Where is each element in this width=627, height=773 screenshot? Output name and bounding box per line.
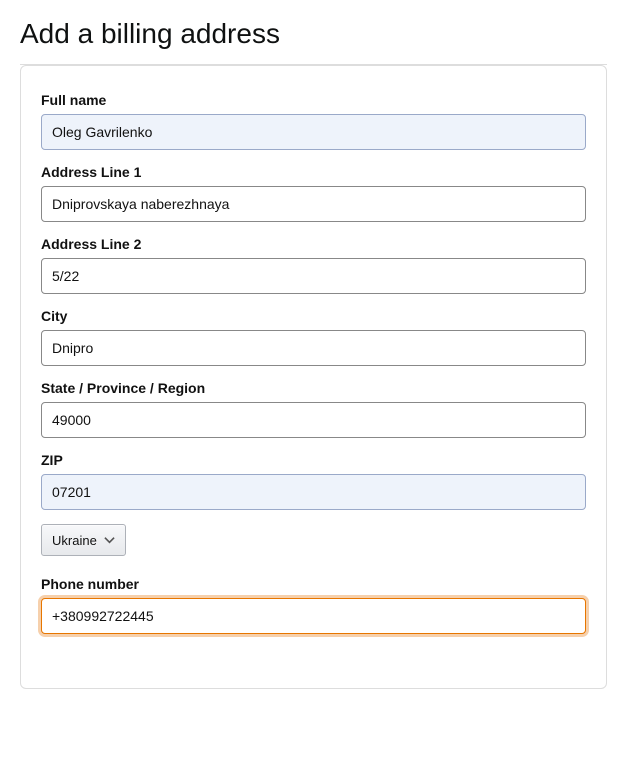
page-title: Add a billing address: [20, 18, 607, 50]
address-line-2-input[interactable]: [41, 258, 586, 294]
state-label: State / Province / Region: [41, 380, 586, 396]
country-selector[interactable]: Ukraine: [41, 524, 126, 556]
phone-input[interactable]: [41, 598, 586, 634]
chevron-down-icon: [104, 536, 115, 544]
address-line-1-input[interactable]: [41, 186, 586, 222]
full-name-input[interactable]: [41, 114, 586, 150]
state-input[interactable]: [41, 402, 586, 438]
address-line-1-label: Address Line 1: [41, 164, 586, 180]
zip-label: ZIP: [41, 452, 586, 468]
billing-address-form: Full name Address Line 1 Address Line 2 …: [20, 65, 607, 689]
zip-input[interactable]: [41, 474, 586, 510]
city-input[interactable]: [41, 330, 586, 366]
full-name-label: Full name: [41, 92, 586, 108]
city-label: City: [41, 308, 586, 324]
phone-label: Phone number: [41, 576, 586, 592]
country-selected-value: Ukraine: [52, 533, 97, 548]
address-line-2-label: Address Line 2: [41, 236, 586, 252]
